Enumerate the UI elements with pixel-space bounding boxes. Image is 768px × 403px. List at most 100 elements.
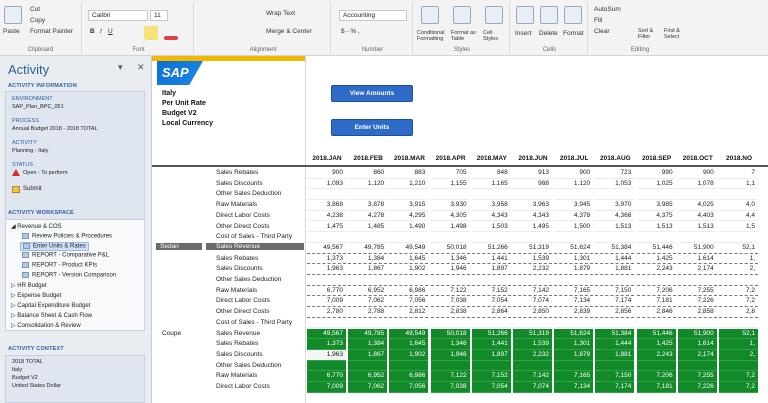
data-cell[interactable]: 6,770 <box>307 286 346 297</box>
data-cell[interactable]: 51,446 <box>636 243 676 254</box>
data-cell[interactable]: 4,378 <box>554 211 594 222</box>
data-cell[interactable] <box>389 189 429 201</box>
font-size-select[interactable]: 11 <box>150 10 168 21</box>
italic-button[interactable]: I <box>100 28 102 35</box>
data-cell[interactable]: 900 <box>677 168 717 179</box>
data-cell[interactable]: 7,062 <box>348 296 388 308</box>
data-cell[interactable]: 1,490 <box>389 222 429 233</box>
data-cell[interactable]: 4,295 <box>389 211 429 222</box>
data-cell[interactable]: 1,120 <box>348 179 388 190</box>
data-cell[interactable] <box>389 360 429 372</box>
tree-item-hr[interactable]: ▷ HR Budget <box>11 282 47 289</box>
data-cell[interactable] <box>471 360 511 372</box>
data-cell[interactable]: 51,319 <box>513 243 552 254</box>
data-cell[interactable]: 49,567 <box>307 328 346 340</box>
data-cell[interactable]: 7,165 <box>554 371 594 382</box>
data-cell[interactable]: 7,074 <box>513 296 552 308</box>
tree-item-balance[interactable]: ▷ Balance Sheet & Cash Flow <box>11 312 92 319</box>
data-cell[interactable]: 1,902 <box>389 264 429 275</box>
data-cell[interactable]: 3,985 <box>636 200 676 211</box>
data-cell[interactable]: 2,850 <box>513 307 552 318</box>
data-cell[interactable] <box>471 318 511 329</box>
submit-button[interactable]: Submit <box>23 186 42 192</box>
tree-item-revenue[interactable]: ◢ Revenue & COS <box>11 223 62 230</box>
data-cell[interactable] <box>595 232 635 243</box>
tree-item-kpis[interactable]: REPORT - Product KPIs <box>22 262 97 269</box>
data-cell[interactable]: 6,986 <box>389 286 429 297</box>
data-cell[interactable] <box>513 360 552 372</box>
data-cell[interactable]: 7,142 <box>513 286 552 297</box>
data-cell[interactable] <box>513 189 552 201</box>
data-cell[interactable]: 7,226 <box>677 296 717 308</box>
data-cell[interactable] <box>389 232 429 243</box>
data-cell[interactable]: 2,788 <box>348 307 388 318</box>
data-cell[interactable] <box>348 189 388 201</box>
data-cell[interactable] <box>513 232 552 243</box>
data-cell[interactable]: 1,513 <box>677 222 717 233</box>
data-cell[interactable]: 1,475 <box>307 222 346 233</box>
data-cell[interactable]: 2,780 <box>307 307 346 318</box>
data-cell[interactable] <box>307 360 346 372</box>
data-cell[interactable]: 2,846 <box>636 307 676 318</box>
delete-icon[interactable] <box>540 6 558 24</box>
data-cell[interactable]: 1,867 <box>348 264 388 275</box>
paste-icon[interactable] <box>4 6 22 24</box>
data-cell[interactable]: 49,549 <box>389 328 429 340</box>
cut-button[interactable]: Cut <box>30 6 40 13</box>
data-cell[interactable]: 1,210 <box>389 179 429 190</box>
data-cell[interactable]: 2,858 <box>677 307 717 318</box>
data-cell[interactable] <box>719 189 758 201</box>
data-cell[interactable]: 1,645 <box>389 254 429 265</box>
data-cell[interactable] <box>389 275 429 286</box>
data-cell[interactable]: 1,503 <box>471 222 511 233</box>
data-cell[interactable]: 51,266 <box>471 243 511 254</box>
submit-icon[interactable] <box>12 186 20 193</box>
data-cell[interactable]: 7,056 <box>389 382 429 393</box>
data-cell[interactable]: 1,500 <box>554 222 594 233</box>
data-cell[interactable]: 2,8 <box>719 307 758 318</box>
data-cell[interactable]: 1,301 <box>554 254 594 265</box>
data-cell[interactable] <box>430 360 470 372</box>
data-cell[interactable]: 51,900 <box>677 328 717 340</box>
data-cell[interactable] <box>348 360 388 372</box>
tree-item-expense[interactable]: ▷ Expense Budget <box>11 292 61 299</box>
data-cell[interactable]: 4,4 <box>719 211 758 222</box>
delete-button[interactable]: Delete <box>539 30 558 37</box>
data-cell[interactable]: 3,945 <box>554 200 594 211</box>
data-cell[interactable]: 1,539 <box>513 254 552 265</box>
tree-item-policies[interactable]: Review Policies & Procedures <box>22 233 112 240</box>
data-cell[interactable]: 3,878 <box>348 200 388 211</box>
data-cell[interactable]: 1,444 <box>595 339 635 350</box>
data-cell[interactable] <box>348 275 388 286</box>
data-cell[interactable] <box>554 318 594 329</box>
data-cell[interactable]: 1,301 <box>554 339 594 350</box>
data-cell[interactable] <box>677 360 717 372</box>
copy-button[interactable]: Copy <box>30 17 45 24</box>
data-cell[interactable]: 7,255 <box>677 286 717 297</box>
data-cell[interactable] <box>513 275 552 286</box>
data-cell[interactable]: 51,384 <box>595 328 635 340</box>
data-cell[interactable]: 7,2 <box>719 382 758 393</box>
data-cell[interactable]: 1,373 <box>307 254 346 265</box>
data-cell[interactable]: 6,952 <box>348 286 388 297</box>
data-cell[interactable] <box>636 275 676 286</box>
data-cell[interactable]: 7,038 <box>430 382 470 393</box>
merge-center-button[interactable]: Merge & Center <box>266 28 312 35</box>
conditional-formatting-icon[interactable] <box>421 6 439 24</box>
data-cell[interactable]: 4,278 <box>348 211 388 222</box>
data-cell[interactable] <box>430 318 470 329</box>
data-cell[interactable]: 2,839 <box>554 307 594 318</box>
data-cell[interactable]: 51,624 <box>554 243 594 254</box>
data-cell[interactable]: 7 <box>719 168 758 179</box>
data-cell[interactable]: 7,181 <box>636 382 676 393</box>
data-cell[interactable] <box>636 360 676 372</box>
data-cell[interactable]: 1,155 <box>430 179 470 190</box>
data-cell[interactable] <box>471 189 511 201</box>
insert-button[interactable]: Insert <box>515 30 531 37</box>
data-cell[interactable] <box>554 232 594 243</box>
data-cell[interactable]: 1,897 <box>471 264 511 275</box>
data-cell[interactable]: 7,122 <box>430 286 470 297</box>
data-cell[interactable] <box>389 318 429 329</box>
data-cell[interactable]: 913 <box>513 168 552 179</box>
data-cell[interactable]: 4,025 <box>677 200 717 211</box>
